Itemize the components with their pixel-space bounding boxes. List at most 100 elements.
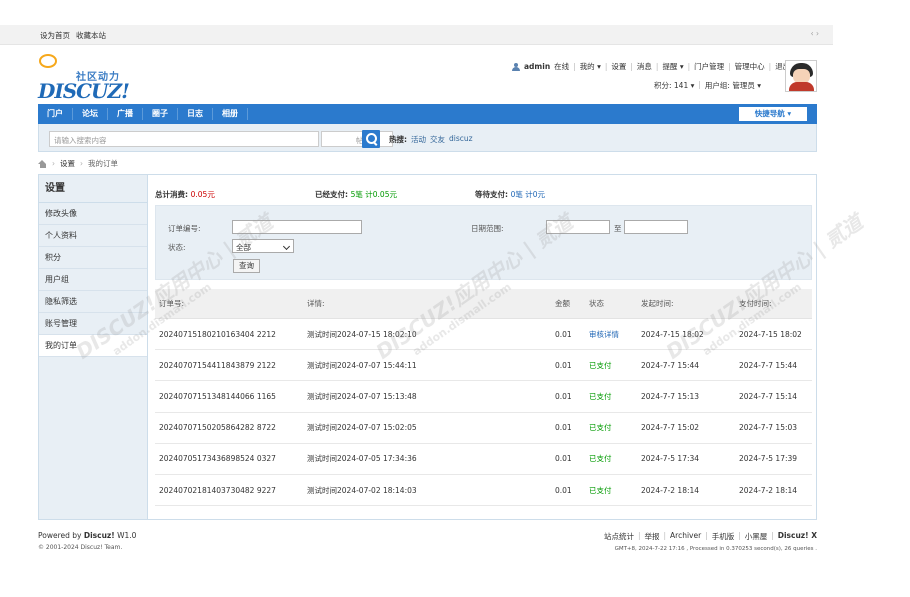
- sidebar-item-profile[interactable]: 个人资料: [39, 225, 147, 247]
- footer-link-stats[interactable]: 站点统计: [604, 531, 634, 542]
- footer-link-blackroom[interactable]: 小黑屋: [745, 531, 768, 542]
- order-number: 20240705173436898524 0327: [159, 454, 276, 464]
- order-status: 已支付: [589, 391, 612, 401]
- order-amount: 0.01: [555, 360, 572, 370]
- table-row: 20240715180210163404 2212 测试时间2024-07-15…: [155, 319, 812, 351]
- order-summary: 总计消费: 0.05元 已经支付: 5笔 计0.05元 等待支付: 0笔 计0元: [155, 189, 815, 200]
- reminder-menu[interactable]: 提醒 ▾: [662, 61, 683, 72]
- chevron-right-icon: ›: [52, 159, 55, 168]
- bookmark-link[interactable]: 收藏本站: [76, 30, 106, 41]
- my-menu[interactable]: 我的 ▾: [580, 61, 601, 72]
- col-amount: 金额: [555, 299, 570, 308]
- status-label: 状态:: [168, 243, 186, 252]
- order-amount: 0.01: [555, 423, 572, 433]
- order-no-label: 订单编号:: [168, 224, 201, 233]
- order-detail: 测试时间2024-07-07 15:02:05: [307, 423, 417, 433]
- sidebar-item-avatar[interactable]: 修改头像: [39, 203, 147, 225]
- user-menu: admin 在线 | 我的 ▾ | 设置 | 消息 | 提醒 ▾ | 门户管理 …: [512, 61, 790, 72]
- order-status: 已支付: [589, 423, 612, 433]
- order-status: 已支付: [589, 485, 612, 495]
- table-row: 20240707150205864282 8722 测试时间2024-07-07…: [155, 413, 812, 444]
- hot-search-item[interactable]: 交友: [430, 134, 445, 145]
- username-link[interactable]: admin: [524, 62, 550, 71]
- order-detail: 测试时间2024-07-02 18:14:03: [307, 485, 417, 495]
- home-icon[interactable]: [38, 159, 47, 168]
- footer-left: Powered by Discuz! W1.0 © 2001-2024 Disc…: [38, 531, 136, 551]
- order-amount: 0.01: [555, 485, 572, 495]
- query-button[interactable]: 查询: [233, 259, 260, 273]
- user-icon: [512, 62, 520, 71]
- wait-label: 等待支付:: [475, 190, 508, 199]
- order-paid: 2024-7-15 18:02: [739, 329, 802, 339]
- site-logo[interactable]: 社区动力 DISCUZ!: [38, 53, 148, 103]
- messages-link[interactable]: 消息: [637, 61, 652, 72]
- orders-table: 订单号: 详情: 金额 状态 发起时间: 支付时间: 2024071518021…: [155, 289, 812, 507]
- nav-item-broadcast[interactable]: 广播: [108, 108, 143, 120]
- footer-link-report[interactable]: 举报: [644, 531, 659, 542]
- footer-link-mobile[interactable]: 手机版: [712, 531, 735, 542]
- admin-center-link[interactable]: 管理中心: [735, 61, 765, 72]
- sidebar-item-credits[interactable]: 积分: [39, 247, 147, 269]
- hot-search-label: 热搜:: [389, 135, 407, 144]
- portal-manage-link[interactable]: 门户管理: [694, 61, 724, 72]
- search-bar: 请输入搜索内容 帖子 ▾ 热搜: 活动 交友 discuz: [38, 124, 817, 152]
- order-paid: 2024-7-7 15:14: [739, 391, 798, 401]
- breadcrumb: › 设置 › 我的订单: [38, 158, 118, 169]
- set-home-link[interactable]: 设为首页: [40, 30, 70, 41]
- paid-value: 5笔 计0.05元: [350, 190, 397, 199]
- settings-link[interactable]: 设置: [611, 61, 626, 72]
- order-status: 已支付: [589, 454, 612, 464]
- footer-discuz-x[interactable]: Discuz! X: [778, 531, 817, 542]
- order-start: 2024-7-5 17:34: [641, 454, 700, 464]
- order-amount: 0.01: [555, 329, 572, 339]
- status-select[interactable]: 全部: [232, 239, 294, 253]
- main-nav: 门户 论坛 广播 圈子 日志 相册 快捷导航 ▾: [38, 104, 817, 124]
- top-links: 设为首页 收藏本站: [40, 30, 106, 41]
- order-paid: 2024-7-2 18:14: [739, 485, 798, 495]
- search-icon[interactable]: [362, 130, 380, 148]
- search-input[interactable]: 请输入搜索内容: [49, 131, 319, 147]
- sidebar-item-account[interactable]: 账号管理: [39, 313, 147, 335]
- hot-search: 热搜: 活动 交友 discuz: [389, 134, 473, 145]
- order-number: 20240707150205864282 8722: [159, 423, 276, 433]
- paid-label: 已经支付:: [315, 190, 348, 199]
- order-start: 2024-7-7 15:02: [641, 423, 700, 433]
- order-number: 20240707154411843879 2122: [159, 360, 276, 370]
- wait-value: 0笔 计0元: [510, 190, 546, 199]
- discuz-link[interactable]: Discuz!: [84, 531, 115, 540]
- switch-width-icon[interactable]: ‹ ›: [811, 29, 819, 38]
- nav-item-group[interactable]: 圈子: [143, 108, 178, 120]
- col-start: 发起时间:: [641, 299, 674, 308]
- top-bar: 设为首页 收藏本站 ‹ ›: [0, 25, 833, 45]
- quick-nav-button[interactable]: 快捷导航 ▾: [739, 107, 807, 121]
- avatar[interactable]: [785, 60, 817, 92]
- sidebar-item-privacy[interactable]: 隐私筛选: [39, 291, 147, 313]
- date-start-input[interactable]: [546, 220, 610, 234]
- order-no-input[interactable]: [232, 220, 362, 234]
- search-type-select[interactable]: 帖子 ▾: [321, 131, 393, 147]
- order-paid: 2024-7-5 17:39: [739, 454, 798, 464]
- nav-item-blog[interactable]: 日志: [178, 108, 213, 120]
- nav-item-forum[interactable]: 论坛: [73, 108, 108, 120]
- order-start: 2024-7-7 15:44: [641, 360, 700, 370]
- nav-item-album[interactable]: 相册: [213, 108, 248, 120]
- usergroup-menu[interactable]: 用户组: 管理员 ▾: [705, 80, 761, 91]
- sidebar-item-usergroup[interactable]: 用户组: [39, 269, 147, 291]
- hot-search-item[interactable]: 活动: [411, 134, 426, 145]
- order-paid: 2024-7-7 15:03: [739, 423, 798, 433]
- sidebar-title: 设置: [39, 175, 147, 203]
- order-detail: 测试时间2024-07-05 17:34:36: [307, 454, 417, 464]
- chevron-right-icon: ›: [80, 159, 83, 168]
- breadcrumb-settings[interactable]: 设置: [60, 158, 75, 169]
- nav-item-portal[interactable]: 门户: [38, 108, 73, 120]
- credits-menu[interactable]: 积分: 141 ▾: [654, 80, 694, 91]
- review-detail-link[interactable]: 审核详情: [589, 330, 619, 339]
- sidebar-item-orders[interactable]: 我的订单: [39, 335, 147, 357]
- col-paid: 支付时间:: [739, 299, 772, 308]
- order-detail: 测试时间2024-07-15 18:02:10: [307, 329, 417, 339]
- date-end-input[interactable]: [624, 220, 688, 234]
- powered-by: Powered by: [38, 531, 82, 540]
- hot-search-item[interactable]: discuz: [449, 134, 473, 145]
- order-start: 2024-7-2 18:14: [641, 485, 700, 495]
- footer-link-archiver[interactable]: Archiver: [670, 531, 701, 542]
